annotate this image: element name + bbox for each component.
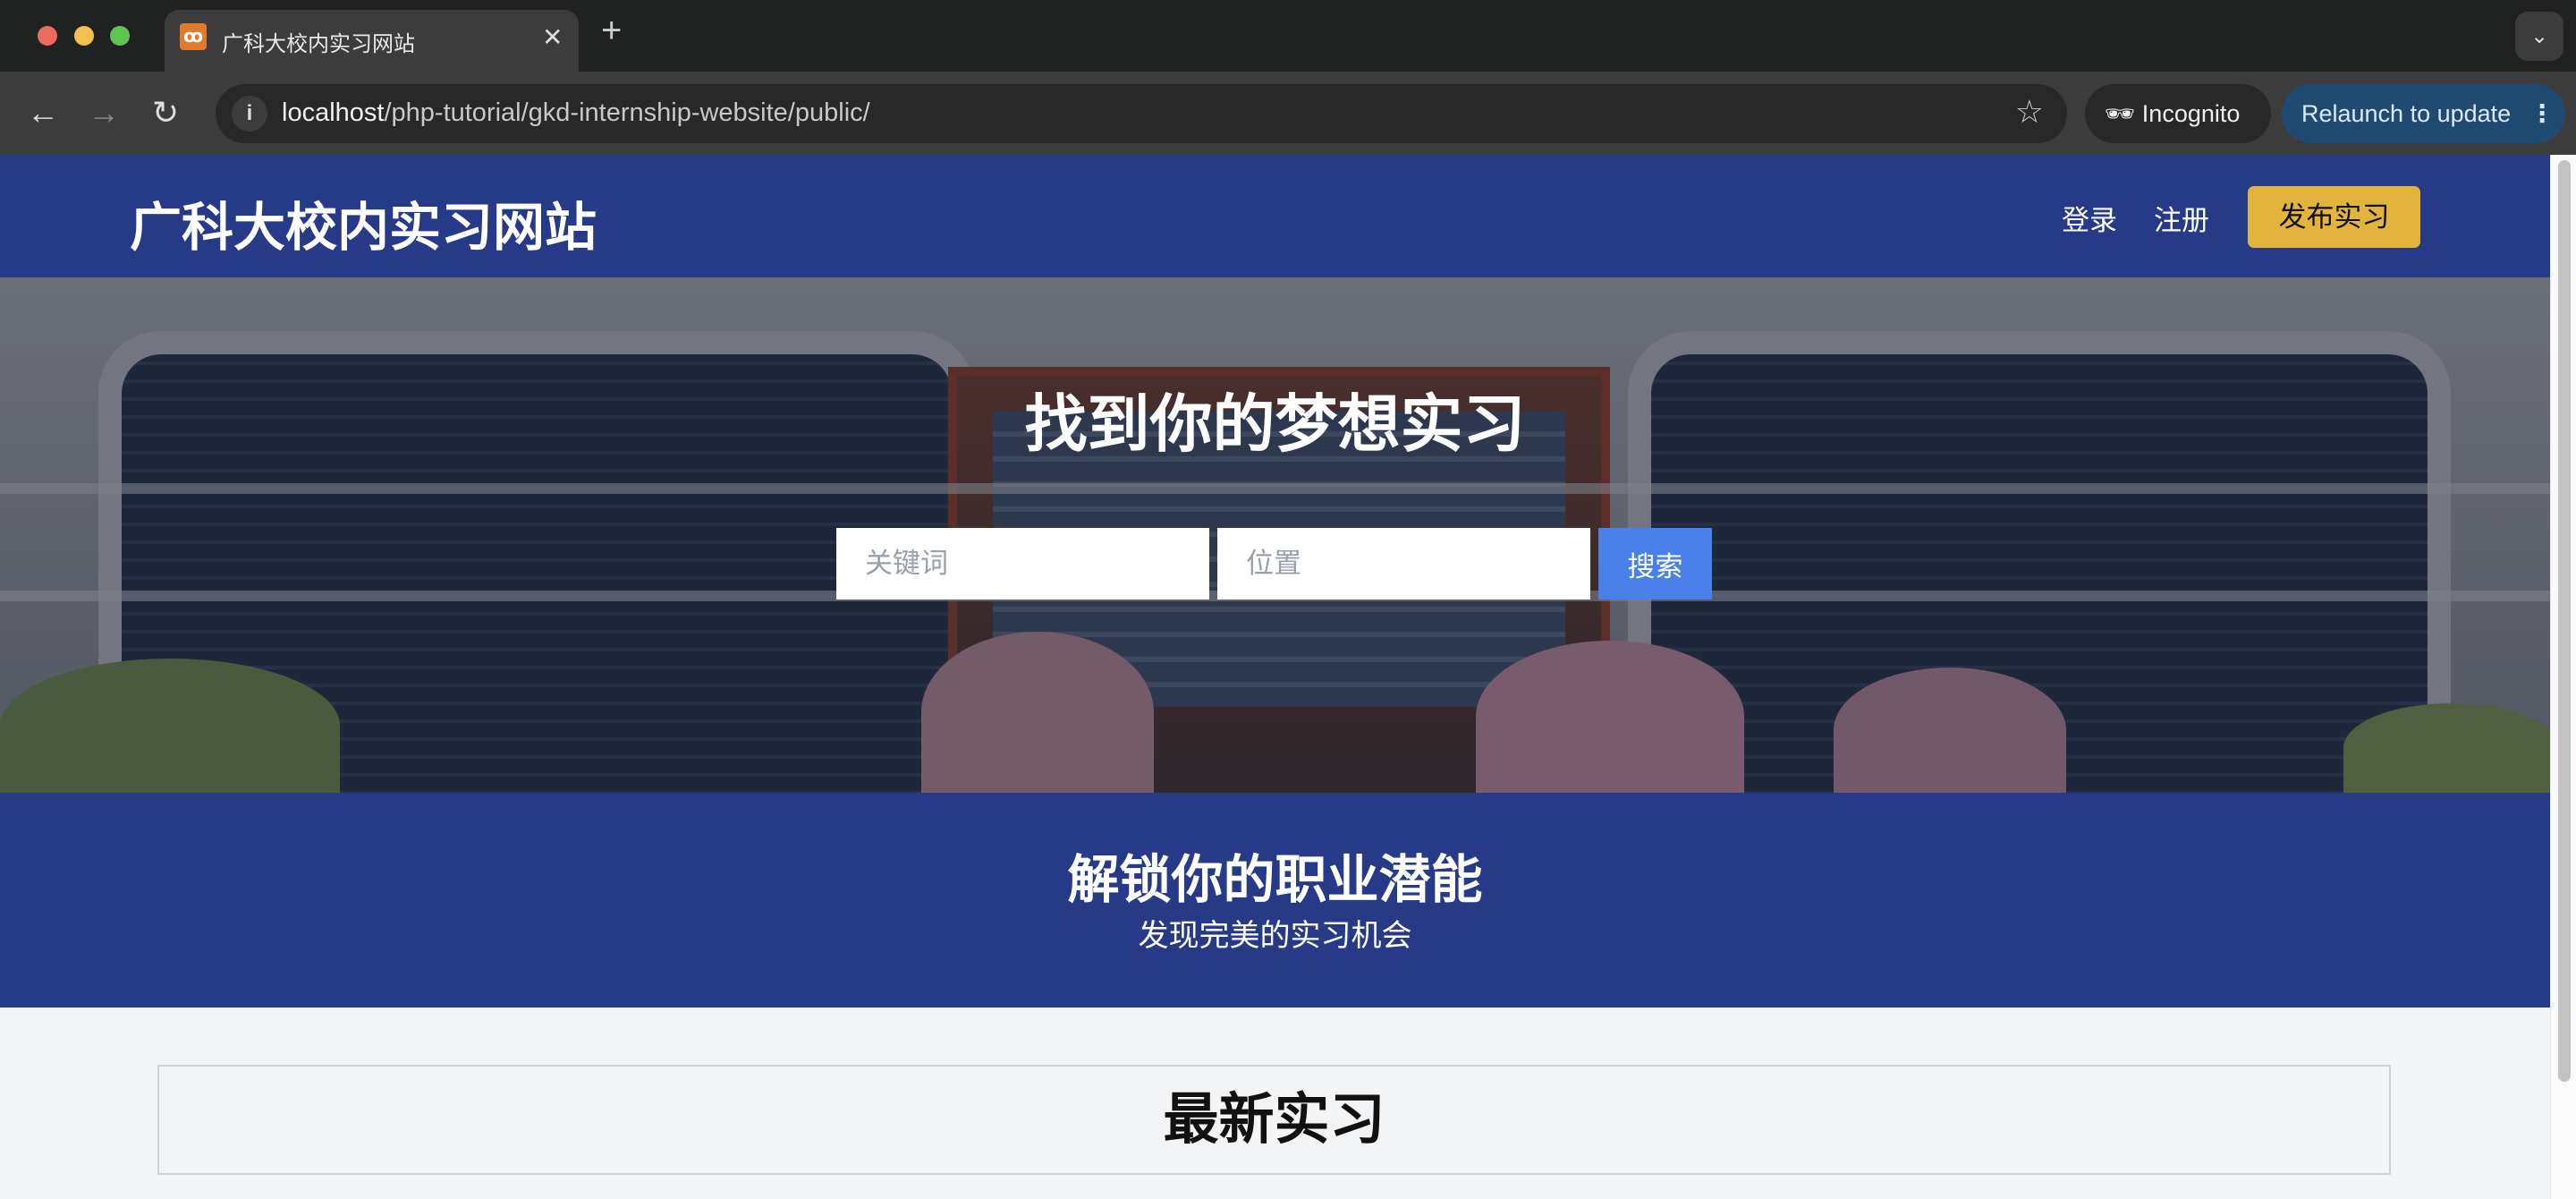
new-tab-icon[interactable]: + [601,13,622,48]
forward-icon[interactable]: → [88,91,120,134]
url-path: /php-tutorial/gkd-internship-website/pub… [384,98,870,127]
back-icon[interactable]: ← [27,91,59,134]
incognito-button[interactable]: 🕶 Incognito [2085,84,2271,143]
site-title[interactable]: 广科大校内实习网站 [130,185,597,260]
register-link[interactable]: 注册 [2154,198,2209,238]
hero-title: 找到你的梦想实习 [1024,389,1526,459]
latest-internships-title: 最新实习 [1163,1089,1385,1151]
page-viewport: 广科大校内实习网站 登录 注册 发布实习 找到你的梦想实习 搜索 解锁你的职业潜… [0,155,2550,1199]
browser-tab[interactable]: ꝏ 广科大校内实习网站 ✕ [165,10,579,72]
tab-search-chevron-icon[interactable]: ⌄ [2515,12,2563,61]
promo-subtitle: 发现完美的实习机会 [1138,919,1412,953]
promo-banner: 解锁你的职业潜能 发现完美的实习机会 [0,793,2550,1008]
xampp-icon: ꝏ [180,23,207,50]
url-text[interactable]: localhost/php-tutorial/gkd-internship-we… [282,98,870,128]
post-internship-button[interactable]: 发布实习 [2248,186,2420,248]
page-scrollbar[interactable] [2550,155,2576,1199]
site-header: 广科大校内实习网站 登录 注册 发布实习 [0,155,2550,277]
bookmark-star-icon[interactable]: ☆ [2015,93,2044,131]
search-button[interactable]: 搜索 [1598,528,1712,600]
relaunch-button[interactable]: Relaunch to update ⋮ [2282,84,2565,143]
browser-toolbar: ← → ↻ i localhost/php-tutorial/gkd-inter… [0,72,2576,155]
login-link[interactable]: 登录 [2062,198,2117,238]
promo-title: 解锁你的职业潜能 [1067,851,1483,909]
location-input[interactable] [1217,528,1590,600]
incognito-label: Incognito [2141,100,2241,127]
url-host: localhost [282,98,385,127]
minimize-window-button[interactable] [74,26,94,46]
scrollbar-thumb[interactable] [2558,160,2571,1082]
close-tab-icon[interactable]: ✕ [542,22,563,52]
latest-internships-section: 最新实习 [157,1065,2391,1175]
hero-section: 找到你的梦想实习 搜索 [0,277,2550,793]
more-menu-icon[interactable]: ⋮ [2530,100,2555,127]
address-bar[interactable]: i localhost/php-tutorial/gkd-internship-… [216,84,2067,143]
reload-icon[interactable]: ↻ [152,91,179,134]
keyword-input[interactable] [836,528,1209,600]
relaunch-label: Relaunch to update [2301,100,2512,127]
site-info-icon[interactable]: i [232,96,267,132]
close-window-button[interactable] [38,26,57,46]
incognito-icon: 🕶 [2105,100,2136,127]
tab-title: 广科大校内实习网站 [222,32,415,56]
tab-strip: ꝏ 广科大校内实习网站 ✕ + ⌄ [0,0,2576,72]
maximize-window-button[interactable] [110,26,130,46]
